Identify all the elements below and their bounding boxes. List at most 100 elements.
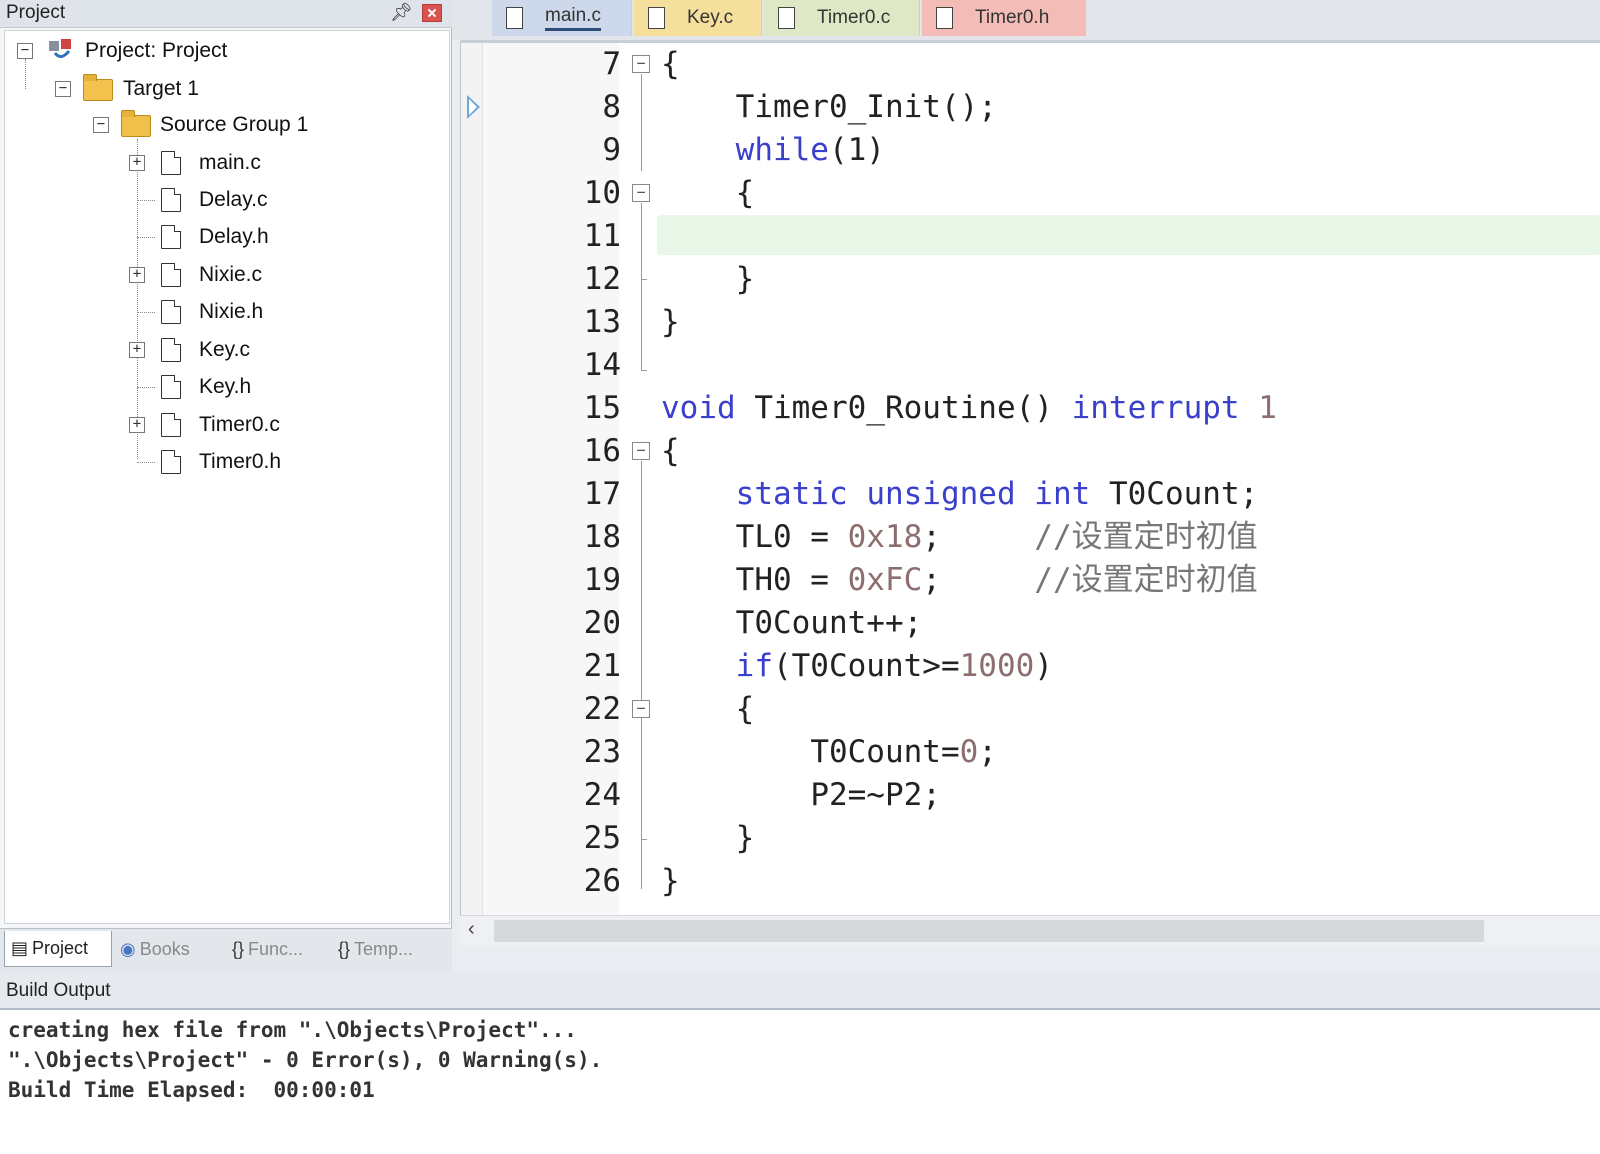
tree-file-delay-h[interactable]: Delay.h [5,219,445,255]
code-line-21: if(T0Count>=1000) [735,648,1053,684]
code-line-7: { [661,46,680,82]
horizontal-scrollbar[interactable]: ‹ [460,915,1600,945]
tree-file-key-c[interactable]: + Key.c [5,332,445,368]
breakpoint-margin[interactable] [461,43,483,915]
tab-main-c[interactable]: main.c [492,0,632,36]
tree-label-target: Target 1 [123,77,199,100]
tree-label-project: Project: Project [85,39,228,62]
line-number: 8 [602,89,621,125]
tab-functions[interactable]: {} Func... [226,931,330,967]
tab-label: Temp... [354,938,414,959]
tree-file-label: Key.h [199,375,252,398]
fold-collapse-icon[interactable]: − [632,184,650,202]
line-number: 16 [583,433,621,469]
tab-books[interactable]: ◉ Books [114,931,222,967]
tab-label: main.c [545,5,601,31]
scrollbar-thumb[interactable] [494,920,1484,942]
tree-node-project[interactable]: − Project: Project [5,33,445,69]
expand-icon[interactable]: + [129,417,145,433]
pin-icon[interactable]: 📌︎ [390,2,413,23]
build-output-line: ".\Objects\Project" - 0 Error(s), 0 Warn… [8,1048,603,1072]
tree-connector [137,312,155,313]
project-panel-titlebar: Project 📌︎ [0,0,452,28]
project-panel-tabs: ▤ Project ◉ Books {} Func... {} Temp... [0,928,452,972]
tree-node-source-group[interactable]: − Source Group 1 [5,107,445,143]
file-icon [936,7,953,29]
tab-label: Timer0.h [975,7,1050,28]
line-number: 13 [583,304,621,340]
tree-file-nixie-h[interactable]: Nixie.h [5,294,445,330]
file-icon [161,450,181,474]
line-number: 26 [583,863,621,899]
tree-file-label: main.c [199,151,261,174]
collapse-icon[interactable]: − [17,43,33,59]
project-window-icon: ▤ [11,938,29,958]
tree-file-label: Timer0.c [199,413,280,436]
collapse-icon[interactable]: − [93,117,109,133]
fold-end-marker [641,370,647,371]
code-line-9: while(1) [735,132,885,168]
fold-collapse-icon[interactable]: − [632,55,650,73]
tree-file-label: Nixie.h [199,300,264,323]
code-line-10: { [661,175,755,211]
tree-connector [137,237,155,238]
close-icon[interactable] [422,4,442,22]
tree-file-main-c[interactable]: + main.c [5,145,445,181]
line-number: 14 [583,347,621,383]
tree-node-target[interactable]: − Target 1 [5,71,445,107]
line-number: 22 [583,691,621,727]
tab-project[interactable]: ▤ Project [4,931,112,967]
code-editor[interactable]: 7 8 9 10 11 12 13 14 15 16 17 18 19 20 2… [460,40,1600,915]
tree-connector [137,200,155,201]
tab-timer0-h[interactable]: Timer0.h [922,0,1086,36]
line-number: 17 [583,476,621,512]
fold-margin: − − − − [629,43,653,915]
template-icon: {} [338,938,351,959]
target-folder-icon [83,74,113,101]
tab-label: Timer0.c [817,7,891,28]
keil-ide-window: Project 📌︎ − Project: Project − Target 1 [0,0,1600,1154]
scroll-left-arrow-icon[interactable]: ‹ [468,918,475,941]
code-line-17: static unsigned int T0Count; [735,476,1259,512]
line-number-gutter: 7 8 9 10 11 12 13 14 15 16 17 18 19 20 2… [483,43,621,915]
editor-tab-bar: main.c Key.c Timer0.c Timer0.h [452,0,1600,40]
tab-key-c[interactable]: Key.c [634,0,762,36]
code-line-26: } [661,863,680,899]
line-number: 12 [583,261,621,297]
code-line-23: T0Count=0; [810,734,997,770]
project-panel: Project 📌︎ − Project: Project − Target 1 [0,0,452,972]
current-position-arrow-icon [467,95,480,119]
tree-file-label: Nixie.c [199,263,263,286]
tree-file-key-h[interactable]: Key.h [5,369,445,405]
file-icon [161,338,181,362]
fold-collapse-icon[interactable]: − [632,442,650,460]
line-number: 23 [583,734,621,770]
line-number: 9 [602,132,621,168]
fold-collapse-icon[interactable]: − [632,700,650,718]
fold-end-marker [641,839,647,840]
file-icon [161,375,181,399]
file-icon [161,413,181,437]
tree-file-timer0-c[interactable]: + Timer0.c [5,407,445,443]
expand-icon[interactable]: + [129,155,145,171]
tab-templates[interactable]: {} Temp... [332,931,444,967]
code-line-20: T0Count++; [735,605,923,641]
tree-file-nixie-c[interactable]: + Nixie.c [5,257,445,293]
code-line-13: } [661,304,680,340]
expand-icon[interactable]: + [129,267,145,283]
line-number: 20 [583,605,621,641]
code-line-8: Timer0_Init(); [661,89,997,125]
code-line-18: TL0 = 0x18; //设置定时初值 [735,519,1258,555]
expand-icon[interactable]: + [129,342,145,358]
tree-file-delay-c[interactable]: Delay.c [5,182,445,218]
tree-file-timer0-h[interactable]: Timer0.h [5,444,445,480]
tab-timer0-c[interactable]: Timer0.c [764,0,920,36]
books-icon: ◉ [120,938,136,959]
current-line-highlight [657,215,1600,255]
line-number: 15 [583,390,621,426]
fold-end-marker [641,279,647,280]
code-line-15: void Timer0_Routine() interrupt 1 [661,390,1277,426]
build-output-text[interactable]: creating hex file from ".\Objects\Projec… [0,1008,1600,1154]
tree-label-source-group: Source Group 1 [160,113,309,136]
collapse-icon[interactable]: − [55,81,71,97]
